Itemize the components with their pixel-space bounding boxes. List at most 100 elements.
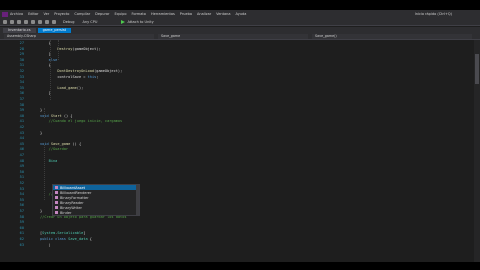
menu-equipo[interactable]: Equipo (114, 10, 126, 18)
visual-studio-logo-icon (2, 11, 8, 17)
menu-proyecto[interactable]: Proyecto (54, 10, 69, 18)
line-number: 28 (19, 46, 24, 51)
code-line: public class Save_data { (40, 237, 92, 241)
line-number: 42 (19, 125, 24, 129)
back-icon[interactable] (3, 19, 7, 24)
code-line: else (48, 57, 58, 62)
line-number: 46 (19, 147, 24, 152)
intellisense-scrollbar[interactable] (136, 185, 139, 215)
menu-bar: Archivo Editar Ver Proyecto Compilar Dep… (0, 10, 480, 18)
menu-ventana[interactable]: Ventana (216, 10, 230, 18)
line-number: 61 (19, 231, 24, 236)
line-number: 41 (19, 119, 24, 124)
vertical-scrollbar[interactable] (474, 40, 480, 262)
indent-guide (50, 40, 51, 100)
line-number: 57 (19, 209, 24, 213)
line-number: 43 (19, 130, 24, 135)
code-line: controlSave = this; (57, 74, 99, 79)
line-number-gutter: 27 28 29 30 31 32 33 34 35 36 37 38 39 40 41 42 43 44 45 46… (0, 40, 30, 262)
class-icon (55, 211, 58, 214)
code-line: } (40, 108, 43, 113)
line-number: 35 (19, 85, 24, 90)
code-line: | (40, 242, 51, 247)
line-number: 33 (19, 74, 24, 79)
save-all-icon[interactable] (38, 19, 42, 24)
line-number: 30 (19, 57, 24, 62)
line-number: 63 (19, 242, 24, 247)
line-number: 49 (19, 164, 24, 169)
line-number: 52 (19, 181, 24, 185)
line-number: 36 (19, 91, 24, 96)
project-dropdown[interactable]: Assembly-CSharp (4, 34, 154, 39)
new-project-icon[interactable] (17, 19, 21, 24)
menu-editar[interactable]: Editar (28, 10, 38, 18)
intellisense-item[interactable]: Binder (53, 210, 139, 215)
line-number: 45 (19, 141, 24, 146)
configuration-dropdown[interactable]: Debug (63, 20, 75, 24)
quick-launch-box[interactable]: Inicio rápido (Ctrl+Q) (415, 10, 452, 18)
navigation-bar: Assembly-CSharp Save_game Save_game() (0, 33, 480, 40)
menu-herramientas[interactable]: Herramientas (151, 10, 175, 18)
code-line: [System.Serializable] (40, 231, 86, 236)
status-bar (0, 262, 480, 270)
ide-window: Archivo Editar Ver Proyecto Compilar Dep… (0, 10, 480, 262)
line-number: 62 (19, 237, 24, 241)
code-line: void Save_game () { (40, 141, 82, 146)
line-number: 53 (19, 186, 24, 191)
menu-ver[interactable]: Ver (43, 10, 49, 18)
class-icon (55, 196, 58, 199)
start-icon[interactable] (121, 19, 126, 24)
menu-ayuda[interactable]: Ayuda (236, 10, 247, 18)
line-number: 31 (19, 63, 24, 68)
line-number: 50 (19, 169, 24, 174)
scrollbar-thumb[interactable] (475, 54, 479, 84)
redo-icon[interactable] (52, 19, 56, 24)
line-number: 32 (19, 69, 24, 73)
code-editor[interactable]: 27 28 29 30 31 32 33 34 35 36 37 38 39 40 41 42 43 44 45 46… (0, 40, 480, 262)
indent-guide (44, 145, 45, 200)
line-number: 56 (19, 203, 24, 208)
class-icon (55, 191, 58, 194)
save-icon[interactable] (31, 19, 35, 24)
line-number: 54 (19, 192, 24, 197)
class-icon (55, 206, 58, 209)
line-number: 37 (19, 97, 24, 101)
toolbar: Debug Any CPU Attach to Unity (0, 18, 480, 26)
class-dropdown[interactable]: Save_game (158, 34, 308, 39)
line-number: 58 (19, 214, 24, 219)
forward-icon[interactable] (10, 19, 14, 24)
line-number: 44 (19, 136, 24, 141)
menu-compilar[interactable]: Compilar (74, 10, 90, 18)
menu-formato[interactable]: Formato (131, 10, 145, 18)
line-number: 39 (19, 108, 24, 113)
undo-icon[interactable] (45, 19, 49, 24)
code-line: DontDestroyOnLoad(gameObject); (57, 69, 123, 73)
menu-prueba[interactable]: Prueba (180, 10, 192, 18)
member-dropdown[interactable]: Save_game() (312, 34, 472, 39)
intellisense-popup: BillboardAsset BillboardRenderer BinaryF… (52, 184, 140, 216)
menu-depurar[interactable]: Depurar (95, 10, 109, 18)
code-line: } (40, 130, 43, 135)
line-number: 38 (19, 102, 24, 107)
menu-analizar[interactable]: Analizar (197, 10, 211, 18)
line-number: 51 (19, 175, 24, 180)
code-line: } (40, 209, 43, 213)
code-line: Bina (48, 158, 58, 163)
code-line: //Cuando el juego inicie, cargamos (40, 119, 123, 124)
line-number: 55 (19, 197, 24, 202)
class-icon (55, 201, 58, 204)
line-number: 47 (19, 153, 24, 157)
line-number: 29 (19, 52, 24, 57)
open-file-icon[interactable] (24, 19, 28, 24)
platform-dropdown[interactable]: Any CPU (83, 20, 98, 24)
menu-archivo[interactable]: Archivo (10, 10, 23, 18)
line-number: 34 (19, 80, 24, 85)
attach-unity-button[interactable]: Attach to Unity (127, 20, 153, 24)
indent-guide (58, 40, 59, 60)
indent-guide (44, 108, 45, 118)
class-icon (55, 186, 58, 189)
line-number: 59 (19, 220, 24, 225)
code-line: Load_game(); (57, 85, 84, 90)
line-number: 48 (19, 158, 24, 163)
line-number: 60 (19, 225, 24, 230)
